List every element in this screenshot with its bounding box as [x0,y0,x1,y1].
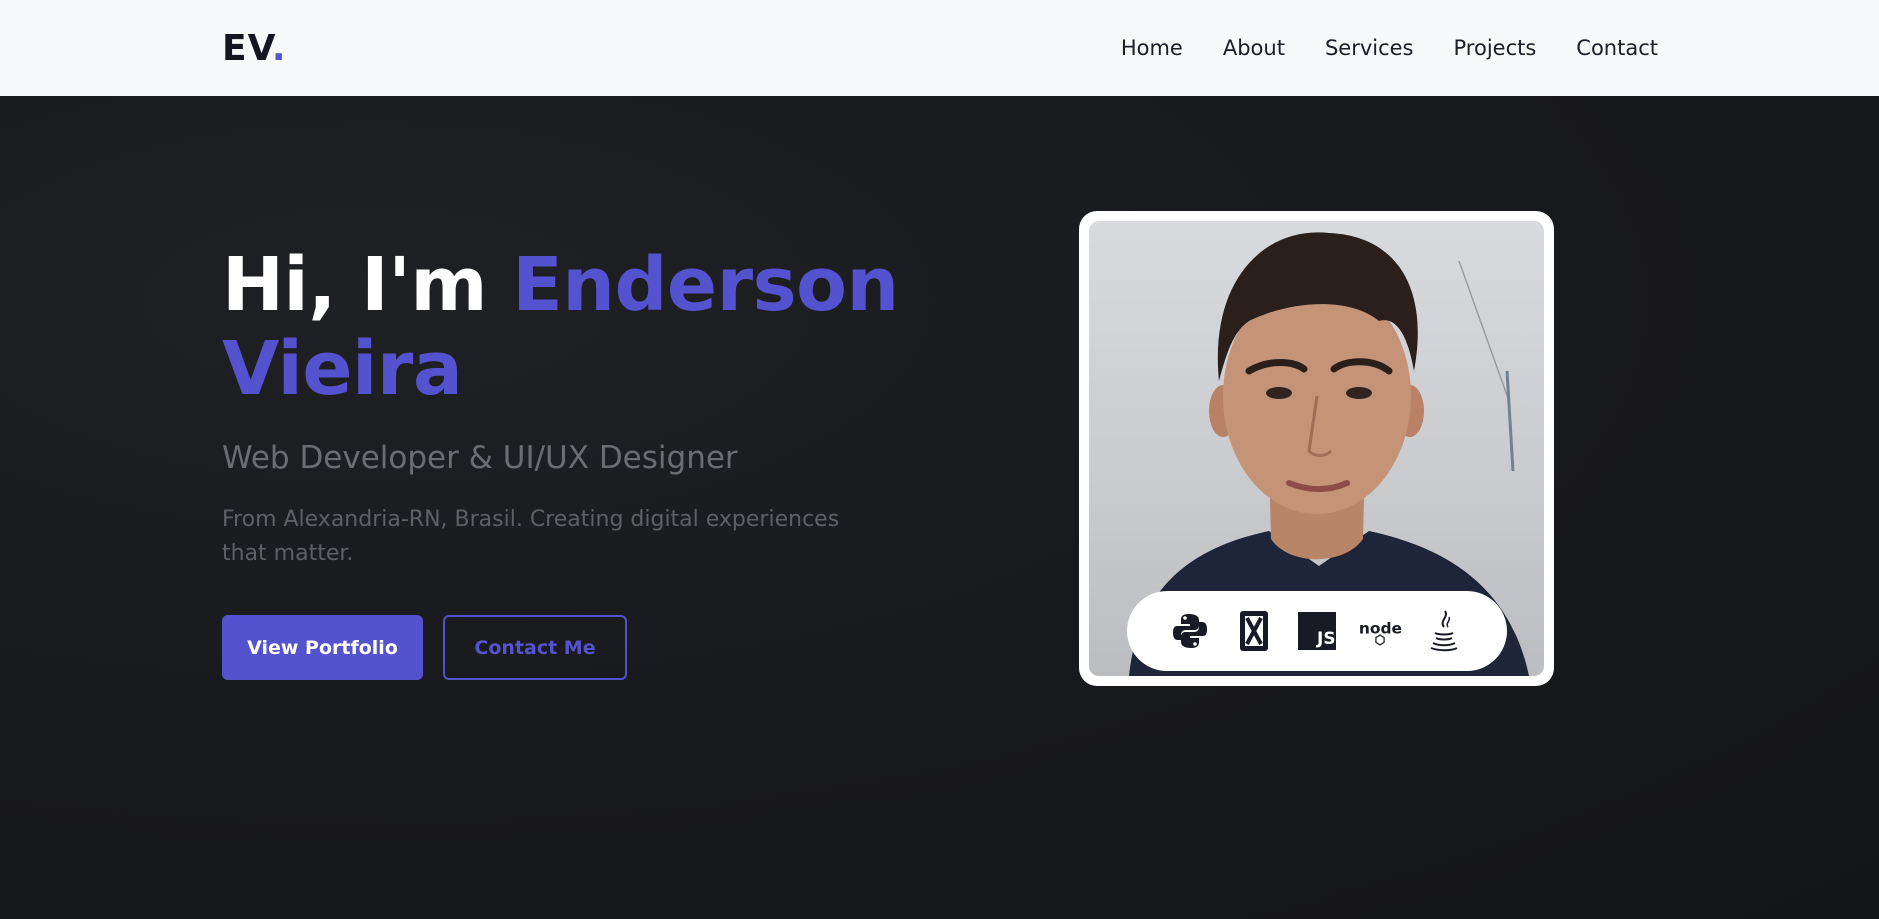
nav-link-projects[interactable]: Projects [1454,36,1537,60]
profile-photo: JS node [1089,221,1544,676]
hero-text: Hi, I'm Enderson Vieira Web Developer & … [222,243,902,680]
profile-photo-card: JS node [1079,211,1554,686]
site-logo[interactable]: EV. [222,28,287,69]
hero-subtitle: Web Developer & UI/UX Designer [222,440,738,476]
navbar: EV. Home About Services Projects Contact [0,0,1879,96]
logo-text: EV [222,27,272,69]
htmx-icon [1232,609,1276,653]
nav-link-services[interactable]: Services [1325,36,1414,60]
nav-menu: Home About Services Projects Contact [1121,36,1658,60]
view-portfolio-button[interactable]: View Portfolio [222,615,423,680]
java-icon [1422,609,1466,653]
contact-me-button[interactable]: Contact Me [443,615,627,680]
hero-section: Hi, I'm Enderson Vieira Web Developer & … [0,96,1879,919]
python-icon [1168,609,1212,653]
nav-link-contact[interactable]: Contact [1576,36,1658,60]
hero-description: From Alexandria-RN, Brasil. Creating dig… [222,507,840,566]
logo-dot: . [271,27,287,69]
nav-link-about[interactable]: About [1223,36,1285,60]
svg-text:JS: JS [1316,629,1336,649]
hero-heading: Hi, I'm Enderson Vieira [222,243,902,411]
hero-greeting: Hi, I'm [222,242,513,328]
javascript-icon: JS [1295,609,1339,653]
hero-buttons: View Portfolio Contact Me [222,615,902,680]
tech-stack-bar: JS node [1127,591,1507,671]
nav-link-home[interactable]: Home [1121,36,1183,60]
nodejs-icon: node [1358,609,1402,653]
